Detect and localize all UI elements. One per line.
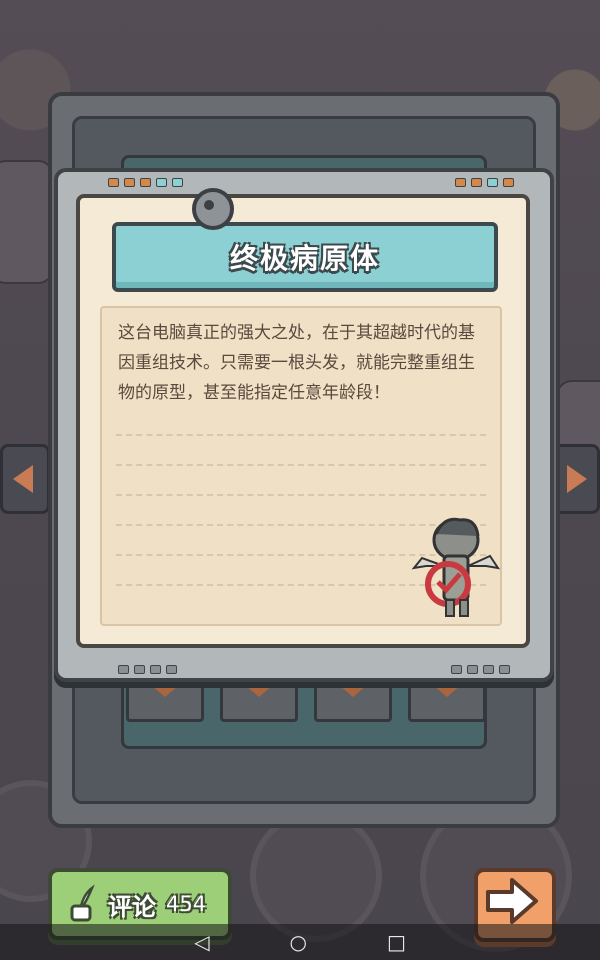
title-banner: 终极病原体 [112,222,498,292]
info-card-panel: 终极病原体 这台电脑真正的强大之处，在于其超越时代的基因重组技术。只需要一根头发… [54,168,554,682]
ruled-line [116,464,486,466]
panel-indicator-lights [118,665,177,674]
card-title: 终极病原体 [229,242,380,275]
card-description: 这台电脑真正的强大之处，在于其超越时代的基因重组技术。只需要一根头发，就能完整重… [118,323,475,403]
quill-inkpot-icon [70,884,95,922]
arrow-right-icon [486,878,538,924]
prev-page-arrow[interactable] [0,444,50,514]
recents-icon[interactable]: □ [387,932,406,952]
back-icon[interactable]: ◁ [194,932,209,952]
paper-sheet: 终极病原体 这台电脑真正的强大之处，在于其超越时代的基因重组技术。只需要一根头发… [76,188,530,648]
bg-gear [250,810,382,942]
zombie-character-rejected-stamp [411,517,501,617]
bg-pipe [0,160,54,284]
comment-count: 454 [166,892,207,916]
ruled-line [116,434,486,436]
comment-label: 评论 [108,892,156,921]
arrow-left-icon [13,465,33,493]
panel-indicator-lights [451,665,510,674]
system-navigation-bar: ◁ ○ □ [0,924,600,960]
home-icon[interactable]: ○ [290,932,307,952]
ruled-line [116,494,486,496]
panel-indicator-lights [108,178,183,187]
arrow-right-icon [567,465,587,493]
cable-connector-icon [192,188,234,230]
panel-indicator-lights [455,178,514,187]
